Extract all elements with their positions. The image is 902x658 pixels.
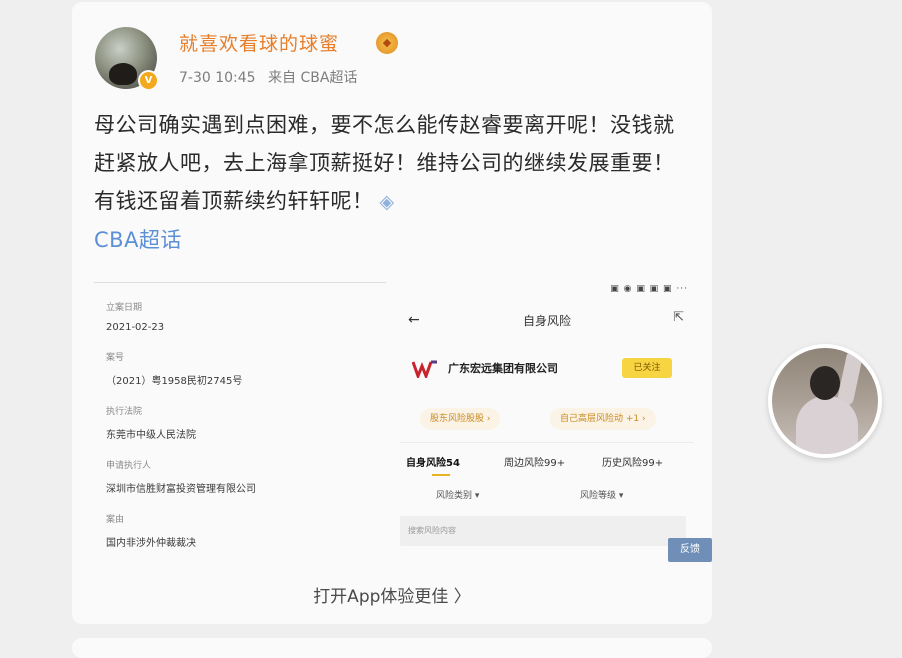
embedded-image[interactable]: 立案日期 2021-02-23 案号 （2021）粤1958民初2745号 执行… — [94, 272, 712, 572]
follow-button: 已关注 — [622, 358, 672, 378]
filter-dropdown: 风险类别 ▾ — [436, 491, 480, 501]
next-card — [72, 638, 712, 658]
diamond-icon: ◈ — [379, 191, 395, 213]
risk-app-screenshot: ▣ ◉ ▣ ▣ ▣ ··· ← 自身风险 ⇱ 广东宏远集团有限公司 已关注 股东… — [400, 272, 712, 572]
doc-field-value: 2021-02-23 — [106, 322, 165, 333]
doc-field-label: 案号 — [106, 353, 125, 363]
divider — [400, 442, 694, 443]
doc-field-label: 申请执行人 — [106, 461, 152, 471]
avatar-figure — [109, 63, 137, 85]
verified-badge-icon: V — [138, 70, 159, 91]
floating-avatar-image — [772, 348, 878, 454]
doc-field-value: 深圳市信胜财富投资管理有限公司 — [106, 484, 256, 495]
court-document-panel: 立案日期 2021-02-23 案号 （2021）粤1958民初2745号 执行… — [94, 272, 394, 572]
search-placeholder: 搜索风险内容 — [408, 526, 456, 535]
active-tab-indicator — [432, 474, 450, 476]
filter-dropdown: 风险等级 ▾ — [580, 491, 624, 501]
divider — [94, 282, 386, 283]
risk-chip: 股东风险股股 › — [420, 408, 501, 430]
avatar-head — [810, 366, 840, 400]
post-body: 母公司确实遇到点困难，要不怎么能传赵睿要离开呢！没钱就赶紧放人吧，去上海拿顶薪挺… — [94, 106, 694, 259]
weibo-post-card: V 就喜欢看球的球蜜 ◆ 7-30 10:45 来自 CBA超话 母公司确实遇到… — [72, 2, 712, 624]
feedback-button: 反馈 — [668, 538, 712, 562]
doc-field-value: 国内非涉外仲裁裁决 — [106, 538, 196, 549]
doc-field-value: 东莞市中级人民法院 — [106, 430, 196, 441]
post-meta: 7-30 10:45 来自 CBA超话 — [179, 67, 365, 87]
doc-field-value: （2021）粤1958民初2745号 — [106, 376, 243, 387]
floating-avatar[interactable] — [768, 344, 882, 458]
tab-self-risk: 自身风险54 — [406, 458, 460, 469]
app-title: 自身风险 — [522, 314, 571, 328]
risk-chip: 自己高层风险动 +1 › — [550, 408, 656, 430]
doc-field-label: 执行法院 — [106, 407, 143, 417]
post-source[interactable]: 来自 CBA超话 — [268, 70, 357, 86]
post-time: 7-30 10:45 — [179, 70, 256, 86]
avatar-body — [796, 396, 858, 454]
status-bar: ▣ ◉ ▣ ▣ ▣ ··· — [610, 284, 688, 294]
open-app-link[interactable]: 打开App体验更佳 〉 — [72, 582, 712, 607]
doc-field-label: 立案日期 — [106, 303, 143, 313]
topic-link[interactable]: CBA超话 — [94, 221, 694, 259]
tab-history-risk: 历史风险99+ — [602, 458, 664, 469]
doc-field-label: 案由 — [106, 515, 125, 525]
company-name: 广东宏远集团有限公司 — [448, 362, 558, 375]
search-box: 搜索风险内容 — [400, 516, 686, 546]
company-logo-icon — [412, 360, 437, 378]
gold-badge-icon: ◆ — [376, 32, 398, 54]
share-icon: ⇱ — [673, 310, 684, 325]
tab-surrounding-risk: 周边风险99+ — [504, 458, 566, 469]
post-username[interactable]: 就喜欢看球的球蜜 — [179, 29, 339, 56]
